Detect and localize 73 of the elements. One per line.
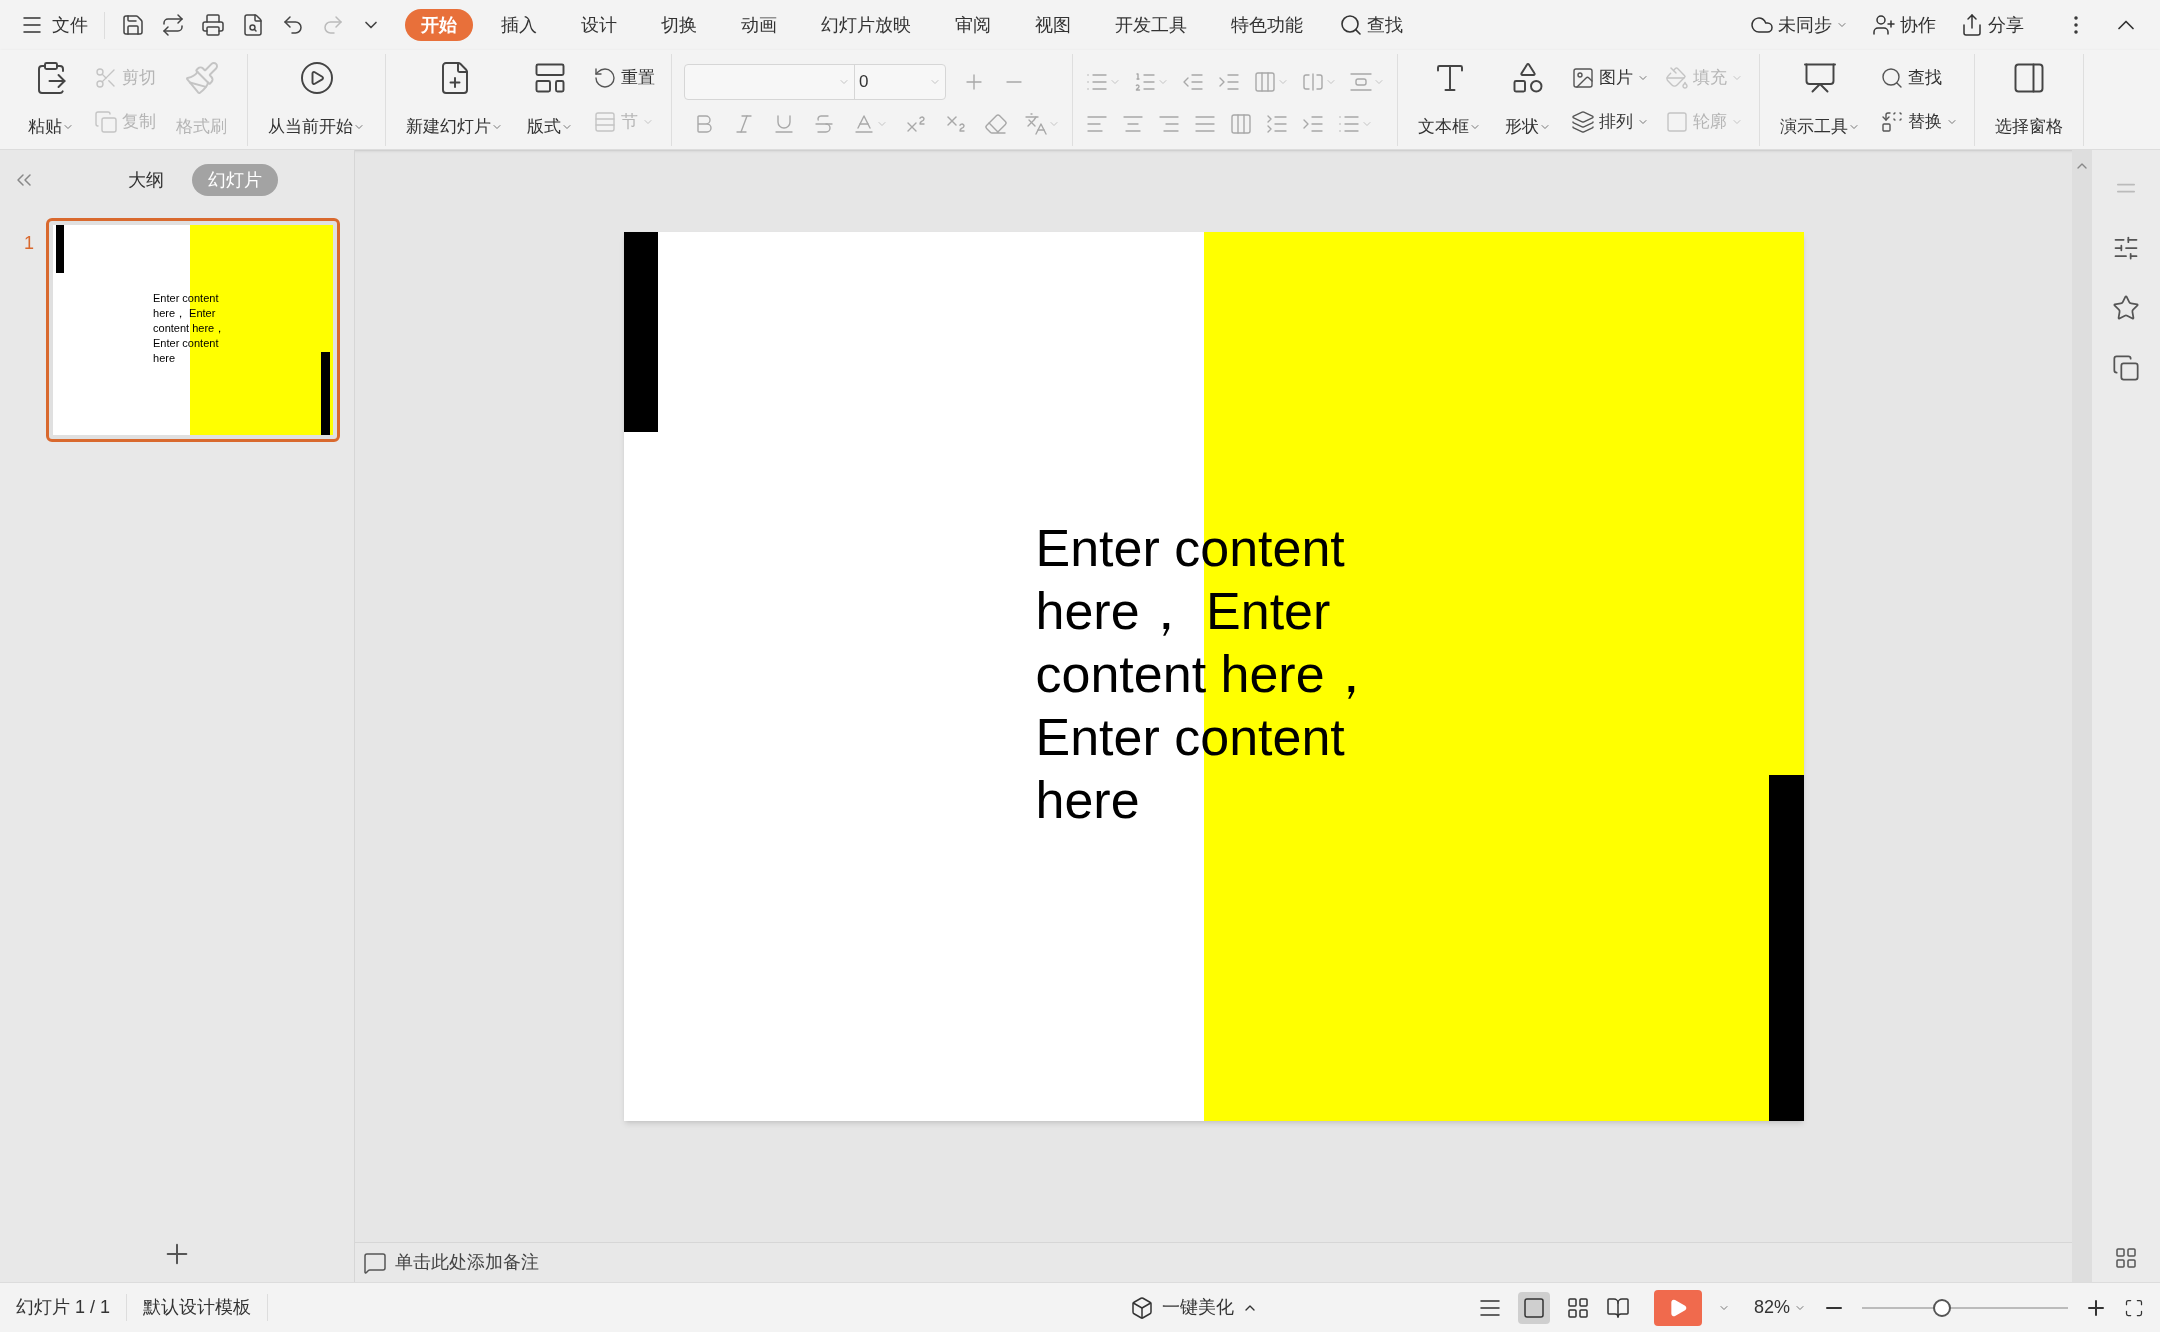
panel-tab[interactable]: 大纲 <box>112 164 180 196</box>
notes-placeholder[interactable]: 单击此处添加备注 <box>395 1249 539 1276</box>
search-button[interactable]: 查找 <box>1339 11 1403 39</box>
font-field[interactable]: 0 <box>684 63 946 100</box>
distribute-icon[interactable] <box>1229 111 1253 136</box>
text-direction-icon[interactable] <box>1253 69 1277 94</box>
normal-view-icon[interactable] <box>1517 1291 1550 1324</box>
play-button[interactable] <box>1653 1289 1702 1326</box>
reset-icon <box>593 65 617 90</box>
layers-icon <box>1571 109 1595 134</box>
notes-icon <box>363 1250 387 1275</box>
header-button[interactable]: 未同步 <box>1750 11 1848 39</box>
sorter-view-icon[interactable] <box>1565 1295 1590 1320</box>
user-add-icon <box>1872 13 1896 37</box>
image-icon <box>1571 65 1595 90</box>
preview-icon[interactable] <box>241 13 265 37</box>
undo-icon[interactable] <box>281 13 305 37</box>
template-name: 默认设计模板 <box>127 1294 269 1321</box>
ribbon-button[interactable]: 图片 <box>1567 59 1653 96</box>
accent-bar <box>56 225 64 273</box>
menu-tab[interactable]: 设计 <box>565 9 633 41</box>
menu-tab[interactable]: 幻灯片放映 <box>805 9 927 41</box>
header-button[interactable]: 分享 <box>1960 11 2024 39</box>
menu-tab[interactable]: 视图 <box>1019 9 1087 41</box>
ribbon-button[interactable]: 新建幻灯片 <box>398 55 511 144</box>
ribbon-button[interactable]: 选择窗格 <box>1987 55 2071 144</box>
cube-icon <box>1129 1295 1154 1320</box>
header-button[interactable]: 协作 <box>1872 11 1936 39</box>
file-menu[interactable]: 文件 <box>20 11 105 39</box>
star-icon[interactable] <box>2112 294 2140 322</box>
menu-tab[interactable]: 切换 <box>645 9 713 41</box>
slider-thumb[interactable] <box>1933 1298 1952 1317</box>
ribbon-button[interactable]: 排列 <box>1567 103 1653 140</box>
ribbon-button[interactable]: 从当前开始 <box>260 55 373 144</box>
menu-tab[interactable]: 开发工具 <box>1099 9 1203 41</box>
ribbon-button[interactable]: 替换 <box>1876 103 1962 140</box>
menu-tab[interactable]: 动画 <box>725 9 793 41</box>
zoom-slider[interactable] <box>1862 1297 2068 1318</box>
replace-icon <box>1880 109 1904 134</box>
ribbon-button[interactable]: 粘贴 <box>20 55 82 144</box>
fit-icon[interactable] <box>2124 1297 2144 1318</box>
ribbon-button[interactable]: 查找 <box>1876 59 1962 96</box>
eraser-icon[interactable] <box>984 111 1008 136</box>
ribbon-button[interactable]: 演示工具 <box>1772 55 1868 144</box>
search-icon <box>1880 65 1904 90</box>
grid-icon[interactable] <box>2114 1246 2138 1270</box>
ribbon-button[interactable]: 形状 <box>1497 55 1559 144</box>
ribbon-button[interactable]: 版式 <box>519 55 581 144</box>
beautify-button[interactable]: 一键美化 <box>1129 1294 1258 1321</box>
copy-icon <box>94 109 118 134</box>
ribbon-button[interactable]: 文本框 <box>1410 55 1489 144</box>
outline-icon <box>1665 109 1689 134</box>
paintbrush-icon <box>183 59 220 96</box>
menu-tab[interactable]: 特色功能 <box>1215 9 1319 41</box>
fill-icon <box>1665 65 1689 90</box>
print-icon[interactable] <box>201 13 225 37</box>
slide-number: 1 <box>24 232 34 255</box>
redo-icon[interactable] <box>321 13 345 37</box>
swap-icon[interactable] <box>2112 354 2140 382</box>
play-icon <box>298 59 335 96</box>
menu-tab[interactable]: 审阅 <box>939 9 1007 41</box>
zoom-dropdown[interactable]: 82% <box>1753 1294 1806 1321</box>
share-icon <box>1960 13 1984 37</box>
ribbon-button[interactable]: 重置 <box>589 59 659 96</box>
output-icon[interactable] <box>161 13 185 37</box>
menu-tab[interactable]: 插入 <box>485 9 553 41</box>
reading-view-icon[interactable] <box>1605 1295 1630 1320</box>
search-icon <box>1339 13 1363 37</box>
phonetic-icon[interactable] <box>1024 111 1048 136</box>
section-icon <box>593 109 617 134</box>
settings-icon[interactable] <box>2112 234 2140 262</box>
save-icon[interactable] <box>121 13 145 37</box>
slide-counter: 幻灯片 1 / 1 <box>0 1294 128 1321</box>
